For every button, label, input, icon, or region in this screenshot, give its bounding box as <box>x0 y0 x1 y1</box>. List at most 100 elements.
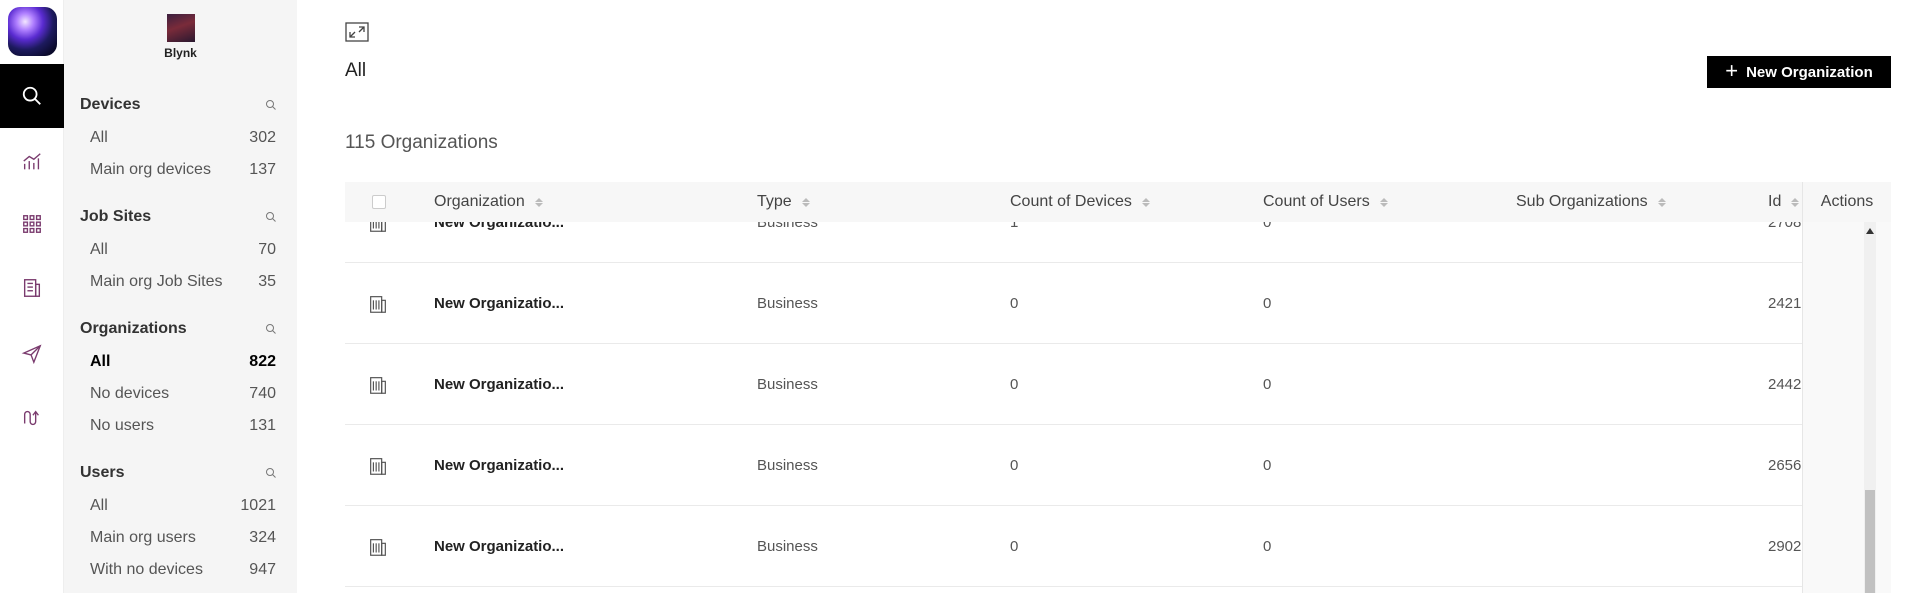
cell-devices: 1 <box>1010 222 1019 231</box>
nav-item-main-org-job-sites[interactable]: Main org Job Sites 35 <box>64 266 297 298</box>
nav-item-count: 822 <box>249 353 276 370</box>
rail-organizations-button[interactable] <box>0 256 64 320</box>
column-header-count-of-users[interactable]: Count of Users <box>1263 182 1388 222</box>
cell-devices: 0 <box>1010 538 1019 555</box>
new-organization-label: New Organization <box>1746 63 1873 81</box>
nav-item-count: 302 <box>249 129 276 146</box>
table-row[interactable]: New Organizatio... Business 1 0 2708 <box>345 222 1865 263</box>
search-icon[interactable] <box>265 99 277 111</box>
sort-icon <box>1141 197 1150 207</box>
flow-icon <box>23 410 39 426</box>
organizations-count: 115 Organizations <box>345 132 498 153</box>
row-icon-cell <box>367 222 389 263</box>
nav-title-label: Job Sites <box>80 208 152 225</box>
nav-item-label: Main org users <box>90 529 196 546</box>
nav-item-label: Main org Job Sites <box>90 273 223 290</box>
table-row[interactable]: New Organizatio... Business 0 0 2656 <box>345 425 1865 506</box>
nav-item-devices-all[interactable]: All 302 <box>64 122 297 154</box>
main-content: All + New Organization 115 Organizations… <box>297 0 1920 593</box>
cell-organization[interactable]: New Organizatio... <box>434 263 564 344</box>
nav-title-devices: Devices <box>64 94 297 116</box>
actions-column: Actions <box>1802 182 1891 593</box>
nav-item-no-devices[interactable]: No devices 740 <box>64 378 297 410</box>
nav-title-organizations: Organizations <box>64 318 297 340</box>
nav-title-label: Organizations <box>80 320 187 337</box>
nav-item-count: 70 <box>258 241 276 258</box>
nav-item-job-sites-all[interactable]: All 70 <box>64 234 297 266</box>
rail-search-button[interactable] <box>0 64 64 128</box>
nav-item-label: All <box>90 129 108 146</box>
table-row[interactable]: New Organizatio... Business 0 0 2442 <box>345 344 1865 425</box>
cell-type: Business <box>757 538 818 555</box>
column-label: Count of Devices <box>1010 193 1132 210</box>
cell-devices: 0 <box>1010 376 1019 393</box>
cell-type: Business <box>757 376 818 393</box>
sort-icon <box>801 197 810 207</box>
cell-users: 0 <box>1263 295 1272 312</box>
nav-item-label: All <box>90 497 108 514</box>
column-label: Type <box>757 193 792 210</box>
org-header[interactable]: Blynk <box>64 14 297 60</box>
rail-analytics-button[interactable] <box>0 130 64 194</box>
nav-title-users: Users <box>64 462 297 484</box>
column-header-actions: Actions <box>1803 182 1891 222</box>
cell-users: 0 <box>1263 222 1272 231</box>
column-header-id[interactable]: Id <box>1768 182 1800 222</box>
nav-item-count: 137 <box>249 161 276 178</box>
scrollbar-thumb[interactable] <box>1865 490 1875 593</box>
nav-item-label: With no devices <box>90 561 203 578</box>
column-label: Id <box>1768 193 1782 210</box>
rail-flow-button[interactable] <box>0 386 64 450</box>
column-header-count-of-devices[interactable]: Count of Devices <box>1010 182 1150 222</box>
cell-type: Business <box>757 457 818 474</box>
column-header-sub-organizations[interactable]: Sub Organizations <box>1516 182 1666 222</box>
table-row[interactable]: New Organizatio... Business 0 0 2902 <box>345 506 1865 587</box>
nav-item-main-org-devices[interactable]: Main org devices 137 <box>64 154 297 186</box>
side-navigation: Blynk Devices All 302 Main org devices 1… <box>64 0 297 593</box>
column-header-organization[interactable]: Organization <box>434 182 543 222</box>
row-icon-cell <box>367 425 389 506</box>
search-icon <box>22 86 41 105</box>
table-scrollbar[interactable] <box>1864 222 1876 593</box>
nav-item-with-no-devices[interactable]: With no devices 947 <box>64 554 297 586</box>
cell-id: 2656 <box>1768 457 1802 474</box>
nav-item-organizations-all[interactable]: All 822 <box>64 346 297 378</box>
cell-organization[interactable]: New Organizatio... <box>434 425 564 506</box>
nav-item-no-users[interactable]: No users 131 <box>64 410 297 442</box>
cell-organization[interactable]: New Organizatio... <box>434 506 564 587</box>
building-icon <box>370 376 386 394</box>
nav-item-main-org-users[interactable]: Main org users 324 <box>64 522 297 554</box>
nav-item-label: No users <box>90 417 155 434</box>
nav-item-label: All <box>90 241 108 258</box>
icon-rail <box>0 0 64 593</box>
expand-icon[interactable] <box>345 22 369 42</box>
row-icon-cell <box>367 263 389 344</box>
nav-section-devices: Devices All 302 Main org devices 137 <box>64 94 297 186</box>
app-logo[interactable] <box>8 7 57 56</box>
table-body: New Organizatio... Business 1 0 2708 New… <box>345 222 1891 593</box>
scroll-up-icon[interactable] <box>1866 228 1874 234</box>
table-row[interactable]: New Organizatio... Business 0 0 2421 <box>345 263 1865 344</box>
nav-item-count: 35 <box>258 273 276 290</box>
cell-organization[interactable]: New Organizatio... <box>434 222 564 263</box>
nav-title-label: Devices <box>80 96 141 113</box>
cell-organization[interactable]: New Organizatio... <box>434 344 564 425</box>
sort-icon <box>1657 197 1666 207</box>
select-all-checkbox[interactable] <box>372 195 386 209</box>
search-icon[interactable] <box>265 323 277 335</box>
column-header-type[interactable]: Type <box>757 182 810 222</box>
building-icon <box>370 538 386 556</box>
new-organization-button[interactable]: + New Organization <box>1707 56 1891 88</box>
nav-item-count: 1021 <box>240 497 276 514</box>
building-icon <box>23 279 41 297</box>
search-icon[interactable] <box>265 211 277 223</box>
rail-messages-button[interactable] <box>0 322 64 386</box>
cell-id: 2442 <box>1768 376 1802 393</box>
table-header: Organization Type Count of Devices Count… <box>345 182 1891 222</box>
nav-item-users-all[interactable]: All 1021 <box>64 490 297 522</box>
rail-apps-button[interactable] <box>0 192 64 256</box>
search-icon[interactable] <box>265 467 277 479</box>
nav-section-users: Users All 1021 Main org users 324 With n… <box>64 462 297 586</box>
sort-icon <box>1791 197 1800 207</box>
column-label: Count of Users <box>1263 193 1370 210</box>
